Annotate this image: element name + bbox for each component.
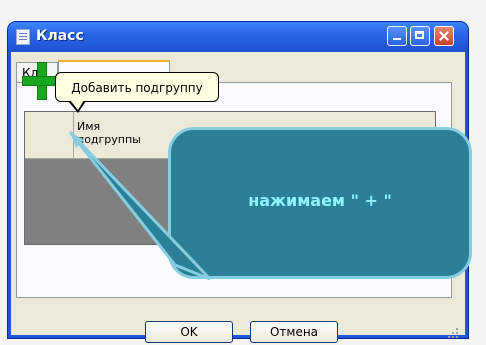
window-title: Класс xyxy=(36,28,84,44)
resize-grip[interactable] xyxy=(446,326,458,338)
maximize-button[interactable] xyxy=(410,26,430,46)
column-header-subgroup-name[interactable]: Имя подгруппы xyxy=(77,120,157,146)
cancel-button[interactable]: Отмена xyxy=(250,321,338,343)
tooltip-pointer xyxy=(68,100,86,113)
instruction-callout: нажимаем " + " xyxy=(168,127,472,279)
minimize-button[interactable] xyxy=(387,26,407,46)
document-icon xyxy=(16,29,30,45)
add-subgroup-tooltip: Добавить подгруппу xyxy=(55,72,219,102)
callout-text: нажимаем " + " xyxy=(248,191,392,210)
table-corner-cell xyxy=(25,112,74,158)
ok-button[interactable]: OK xyxy=(145,321,233,343)
title-bar[interactable]: Класс xyxy=(8,22,468,52)
close-button[interactable] xyxy=(434,26,454,46)
